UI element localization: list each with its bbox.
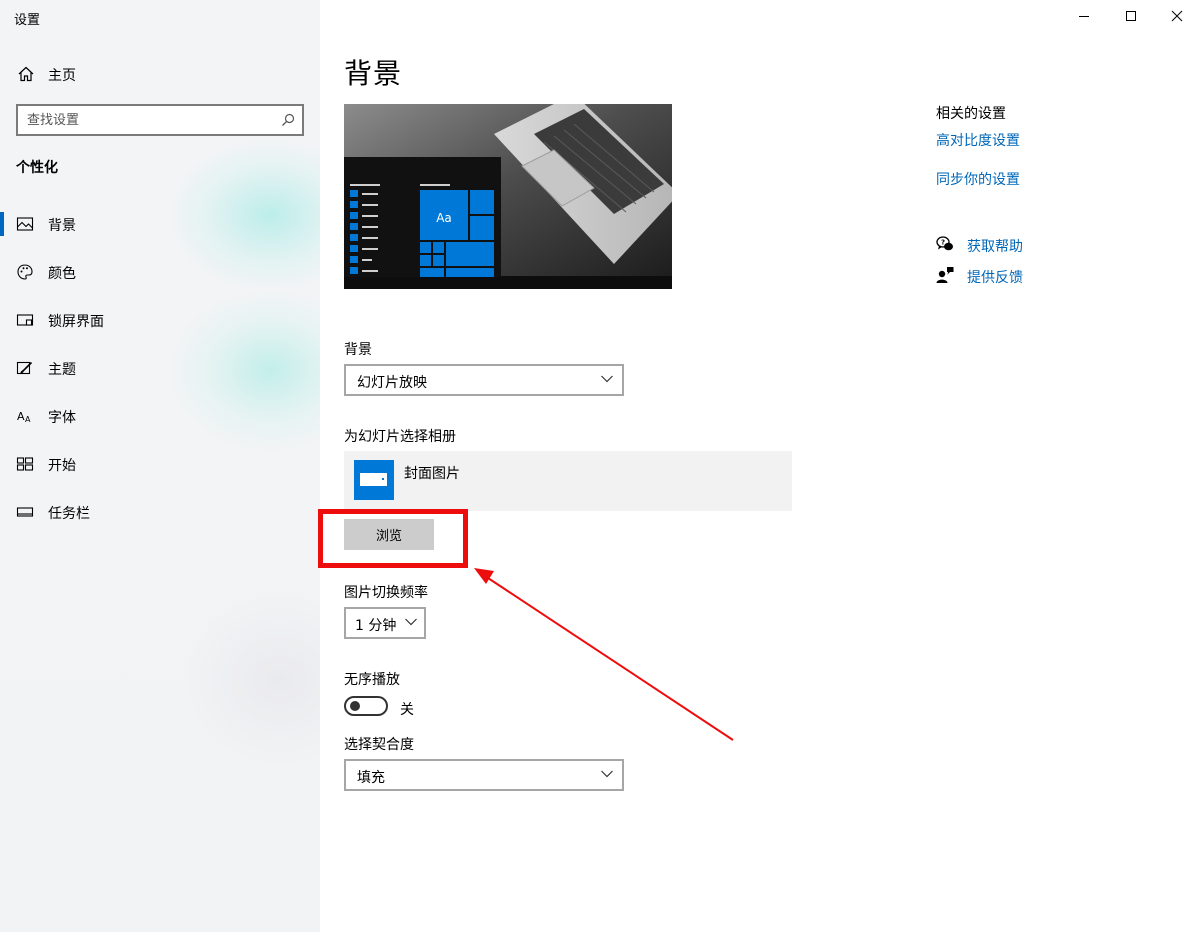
search-input[interactable] — [18, 107, 268, 133]
sidebar-item-start[interactable]: 开始 — [0, 444, 320, 484]
search-icon[interactable] — [281, 113, 295, 127]
sidebar-item-lockscreen[interactable]: 锁屏界面 — [0, 300, 320, 340]
lockscreen-icon — [16, 314, 34, 326]
sidebar-item-label: 背景 — [48, 218, 76, 234]
fit-dropdown-value: 填充 — [357, 770, 385, 786]
svg-text:A: A — [25, 415, 31, 424]
palette-icon — [17, 264, 33, 280]
album-name: 封面图片 — [404, 466, 460, 482]
picture-icon — [16, 217, 34, 231]
page-title: 背景 — [344, 57, 403, 90]
sidebar-item-label: 锁屏界面 — [48, 314, 104, 330]
home-icon — [18, 66, 34, 82]
feedback-link[interactable]: 提供反馈 — [967, 267, 1023, 287]
theme-brush-icon — [16, 361, 33, 375]
sidebar: 设置 主页 个性化 背景 颜色 — [0, 0, 320, 932]
sidebar-item-themes[interactable]: 主题 — [0, 348, 320, 388]
interval-dropdown[interactable]: 1 分钟 — [344, 607, 426, 639]
minimize-icon — [1079, 16, 1089, 17]
sidebar-item-background[interactable]: 背景 — [0, 204, 320, 244]
active-indicator — [0, 212, 4, 236]
preview-tile-label: Aa — [436, 211, 452, 225]
album-label: 为幻灯片选择相册 — [344, 429, 456, 445]
related-settings-title: 相关的设置 — [936, 106, 1006, 122]
album-thumbnail — [354, 460, 394, 500]
sidebar-item-label: 颜色 — [48, 266, 76, 282]
help-chat-icon: ? — [936, 236, 953, 251]
font-icon: A A — [17, 410, 31, 424]
minimize-button[interactable] — [1061, 0, 1107, 32]
background-label: 背景 — [344, 342, 372, 358]
shuffle-label: 无序播放 — [344, 672, 400, 688]
background-dropdown-value: 幻灯片放映 — [357, 375, 427, 391]
get-help-link[interactable]: 获取帮助 — [967, 236, 1023, 256]
background-preview: Aa — [344, 104, 672, 289]
sidebar-item-home[interactable]: 主页 — [0, 56, 320, 92]
preview-image: Aa — [344, 104, 672, 289]
shuffle-state: 关 — [400, 702, 414, 718]
svg-text:A: A — [17, 410, 25, 423]
sync-settings-link[interactable]: 同步你的设置 — [936, 169, 1020, 189]
shuffle-toggle[interactable] — [344, 696, 388, 716]
folder-image-icon — [360, 473, 387, 486]
toggle-knob — [350, 701, 360, 711]
maximize-icon — [1126, 11, 1136, 21]
high-contrast-link[interactable]: 高对比度设置 — [936, 130, 1020, 150]
maximize-button[interactable] — [1108, 0, 1154, 32]
start-icon — [16, 457, 34, 471]
sidebar-background-glow — [180, 590, 320, 770]
close-button[interactable] — [1154, 0, 1200, 32]
chevron-down-icon — [405, 618, 417, 626]
taskbar-icon — [16, 507, 34, 517]
interval-label: 图片切换频率 — [344, 585, 428, 601]
sidebar-item-label: 主页 — [48, 68, 76, 84]
browse-button[interactable]: 浏览 — [344, 519, 434, 550]
interval-dropdown-value: 1 分钟 — [355, 618, 397, 634]
album-item[interactable]: 封面图片 — [344, 451, 792, 511]
sidebar-item-color[interactable]: 颜色 — [0, 252, 320, 292]
sidebar-item-label: 主题 — [48, 362, 76, 378]
background-dropdown[interactable]: 幻灯片放映 — [344, 364, 624, 396]
feedback-icon — [936, 267, 954, 283]
section-heading: 个性化 — [16, 160, 58, 176]
chevron-down-icon — [601, 375, 613, 383]
sidebar-item-fonts[interactable]: A A 字体 — [0, 396, 320, 436]
svg-text:?: ? — [941, 239, 945, 247]
sidebar-item-label: 字体 — [48, 410, 76, 426]
fit-label: 选择契合度 — [344, 737, 414, 753]
sidebar-item-taskbar[interactable]: 任务栏 — [0, 492, 320, 532]
search-box[interactable] — [16, 104, 304, 136]
chevron-down-icon — [601, 770, 613, 778]
app-title: 设置 — [14, 13, 41, 28]
sidebar-item-label: 任务栏 — [48, 506, 90, 522]
sidebar-item-label: 开始 — [48, 458, 76, 474]
close-icon — [1171, 10, 1183, 22]
fit-dropdown[interactable]: 填充 — [344, 759, 624, 791]
